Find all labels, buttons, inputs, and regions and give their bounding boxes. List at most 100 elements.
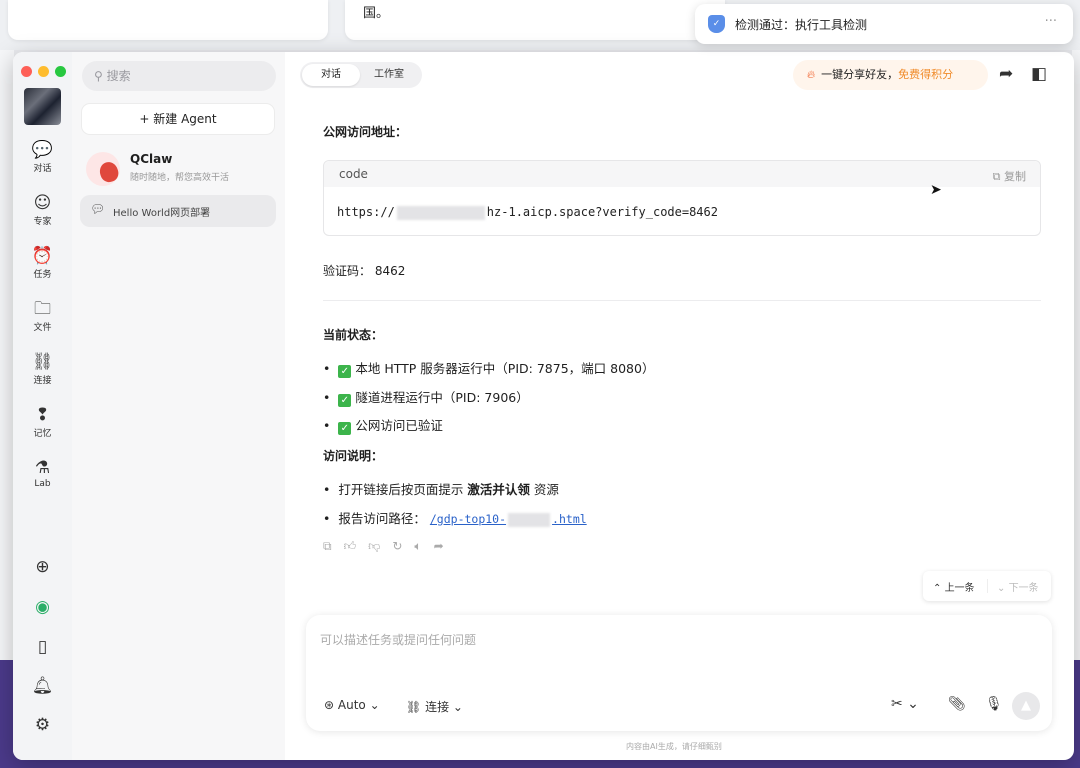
search-icon: ⚲ xyxy=(94,69,103,83)
model-selector[interactable]: ⊛ Auto ⌄ xyxy=(324,698,380,712)
message-composer: 可以描述任务或提问任何问题 ⊛ Auto ⌄ ⛓ 连接 ⌄ ✂ ⌄ 📎︎ 🎙︎ … xyxy=(306,615,1052,731)
share-text: 一键分享好友， xyxy=(821,68,899,81)
code-block: code ⧉ 复制 https://hz-1.aicp.space?verify… xyxy=(323,160,1041,236)
copy-icon[interactable]: ⧉ xyxy=(323,539,344,553)
copy-label: 复制 xyxy=(1004,170,1026,183)
redacted-text xyxy=(508,512,551,527)
link-icon: ⛓ xyxy=(31,352,54,372)
mouse-cursor-icon: ➤ xyxy=(930,182,942,198)
prev-message-button[interactable]: ⌃ 上一条 xyxy=(933,579,975,594)
qclaw-logo-icon xyxy=(86,152,121,186)
tab-studio[interactable]: 工作室 xyxy=(360,64,418,86)
verify-code: 8462 xyxy=(374,264,406,278)
rail-label: Lab xyxy=(34,479,51,489)
background-window xyxy=(8,0,328,40)
flask-icon: ⚗ xyxy=(34,458,51,478)
rail-label: 连接 xyxy=(33,376,52,386)
maximize-window-button[interactable] xyxy=(55,66,66,77)
instructions-label: 访问说明： xyxy=(323,449,384,463)
rail-item-files[interactable]: 🗀 文件 xyxy=(13,299,72,333)
redacted-text xyxy=(396,205,485,220)
thumbs-down-icon[interactable]: 👎︎ xyxy=(368,539,392,553)
list-item: • ✓ 隧道进程运行中（PID: 7906） xyxy=(323,390,529,407)
message-navigator: ⌃ 上一条 ⌄ 下一条 xyxy=(923,571,1051,601)
check-icon: ✓ xyxy=(338,422,352,435)
copy-icon: ⧉ xyxy=(992,170,1001,183)
notification-text: 检测通过：执行工具检测 xyxy=(735,18,868,32)
rail-item-lab[interactable]: ⚗ Lab xyxy=(13,458,72,489)
rail-item-connect[interactable]: ⛓ 连接 xyxy=(13,352,72,386)
ai-disclaimer: 内容由AI生成，请仔细甄别 xyxy=(626,742,722,751)
list-item: • 打开链接后按页面提示 激活并认领 资源 xyxy=(323,482,559,497)
rail-label: 对话 xyxy=(33,164,52,174)
message-actions: ⧉👍︎👎︎↻🔈︎➦ xyxy=(323,539,456,554)
app-window: 💬 对话 ☺ 专家 ⏰ 任务 🗀 文件 ⛓ 连接 ❢ 记忆 ⚗ Lab ⊕ ◉ … xyxy=(13,52,1074,760)
new-agent-button[interactable]: + 新建 Agent xyxy=(82,104,274,134)
next-message-button[interactable]: ⌄ 下一条 xyxy=(997,579,1039,594)
conversation-item-active[interactable]: 💬︎ Hello World网页部署 xyxy=(80,195,276,227)
panel-toggle-icon[interactable]: ◧ xyxy=(1031,64,1047,84)
conversation-desc: 随时随地，帮您高效干活 xyxy=(130,173,230,183)
share-invite-button[interactable]: 🔥︎ 一键分享好友，免费得积分 xyxy=(793,60,988,90)
list-item: • 报告访问路径： /gdp-top10- .html xyxy=(323,511,587,527)
chat-icon: 💬 xyxy=(31,140,54,160)
rail-label: 记忆 xyxy=(33,429,52,439)
check-icon: ✓ xyxy=(338,365,352,378)
close-window-button[interactable] xyxy=(21,66,32,77)
public-url-label: 公网访问地址： xyxy=(323,125,408,139)
minimize-window-button[interactable] xyxy=(38,66,49,77)
notification-toast[interactable]: ✓ 检测通过：执行工具检测 ··· xyxy=(695,4,1073,44)
mode-tabs: 对话 工作室 xyxy=(300,62,422,88)
connect-selector[interactable]: ⛓ 连接 ⌄ xyxy=(406,698,463,715)
rail-label: 专家 xyxy=(33,217,52,227)
task-icon: ⏰ xyxy=(31,246,54,266)
nav-rail: 💬 对话 ☺ 专家 ⏰ 任务 🗀 文件 ⛓ 连接 ❢ 记忆 ⚗ Lab ⊕ ◉ … xyxy=(13,52,72,760)
verify-code-row: 验证码： 8462 xyxy=(323,264,406,278)
rail-item-chat[interactable]: 💬 对话 xyxy=(13,140,72,174)
background-window-edge xyxy=(0,50,14,660)
list-item: • ✓ 本地 HTTP 服务器运行中（PID: 7875，端口 8080） xyxy=(323,361,655,378)
copy-button[interactable]: ⧉ 复制 xyxy=(993,168,1026,184)
link-icon: ⛓ xyxy=(406,700,422,714)
tab-chat[interactable]: 对话 xyxy=(302,64,360,86)
conversation-name: QClaw xyxy=(130,152,173,166)
attachment-icon[interactable]: 📎︎ xyxy=(948,696,966,712)
speaker-icon[interactable]: 🔈︎ xyxy=(414,539,433,553)
check-icon: ✓ xyxy=(338,394,352,407)
settings-icon[interactable]: ⚙ xyxy=(13,715,72,735)
share-icon[interactable]: ➦ xyxy=(434,539,456,553)
list-item: • ✓ 公网访问已验证 xyxy=(323,418,443,435)
share-highlight: 免费得积分 xyxy=(898,68,954,81)
avatar[interactable] xyxy=(24,88,61,125)
scissors-icon[interactable]: ✂ ⌄ xyxy=(891,696,919,712)
search-input[interactable]: ⚲ 搜索 xyxy=(82,61,276,91)
add-app-icon[interactable]: ⊕ xyxy=(13,557,72,577)
rail-item-expert[interactable]: ☺ 专家 xyxy=(13,193,72,227)
conversation-sidebar: ⚲ 搜索 + 新建 Agent QClaw 随时随地，帮您高效干活 💬︎ Hel… xyxy=(72,52,285,760)
mobile-icon[interactable]: ▯ xyxy=(13,637,72,657)
refresh-icon[interactable]: ↻ xyxy=(392,539,414,553)
message-input[interactable]: 可以描述任务或提问任何问题 xyxy=(320,631,476,648)
bell-icon[interactable]: 🔔︎ xyxy=(13,676,72,696)
send-button[interactable]: ▲ xyxy=(1012,692,1040,720)
window-controls xyxy=(21,66,66,77)
public-url[interactable]: https://hz-1.aicp.space?verify_code=8462 xyxy=(337,205,718,220)
model-icon: ⊛ xyxy=(324,698,335,712)
more-icon[interactable]: ··· xyxy=(1045,14,1057,29)
background-window: 国。 xyxy=(345,0,725,40)
report-path-link[interactable]: /gdp-top10- .html xyxy=(430,512,587,527)
conversation-name: Hello World网页部署 xyxy=(113,208,211,219)
rail-item-task[interactable]: ⏰ 任务 xyxy=(13,246,72,280)
folder-icon: 🗀 xyxy=(34,299,51,319)
fire-icon: 🔥︎ xyxy=(807,68,816,81)
thumbs-up-icon[interactable]: 👍︎ xyxy=(344,539,369,553)
microphone-icon[interactable]: 🎙︎ xyxy=(985,696,1003,712)
rail-label: 任务 xyxy=(33,270,52,280)
conversation-item[interactable]: QClaw 随时随地，帮您高效干活 xyxy=(80,148,276,190)
rail-item-memory[interactable]: ❢ 记忆 xyxy=(13,405,72,439)
chat-bubble-icon: 💬︎ xyxy=(90,202,106,216)
wechat-icon[interactable]: ◉ xyxy=(13,597,72,617)
share-icon[interactable]: ➦ xyxy=(999,64,1013,84)
code-language: code xyxy=(339,167,368,181)
status-label: 当前状态： xyxy=(323,328,384,342)
